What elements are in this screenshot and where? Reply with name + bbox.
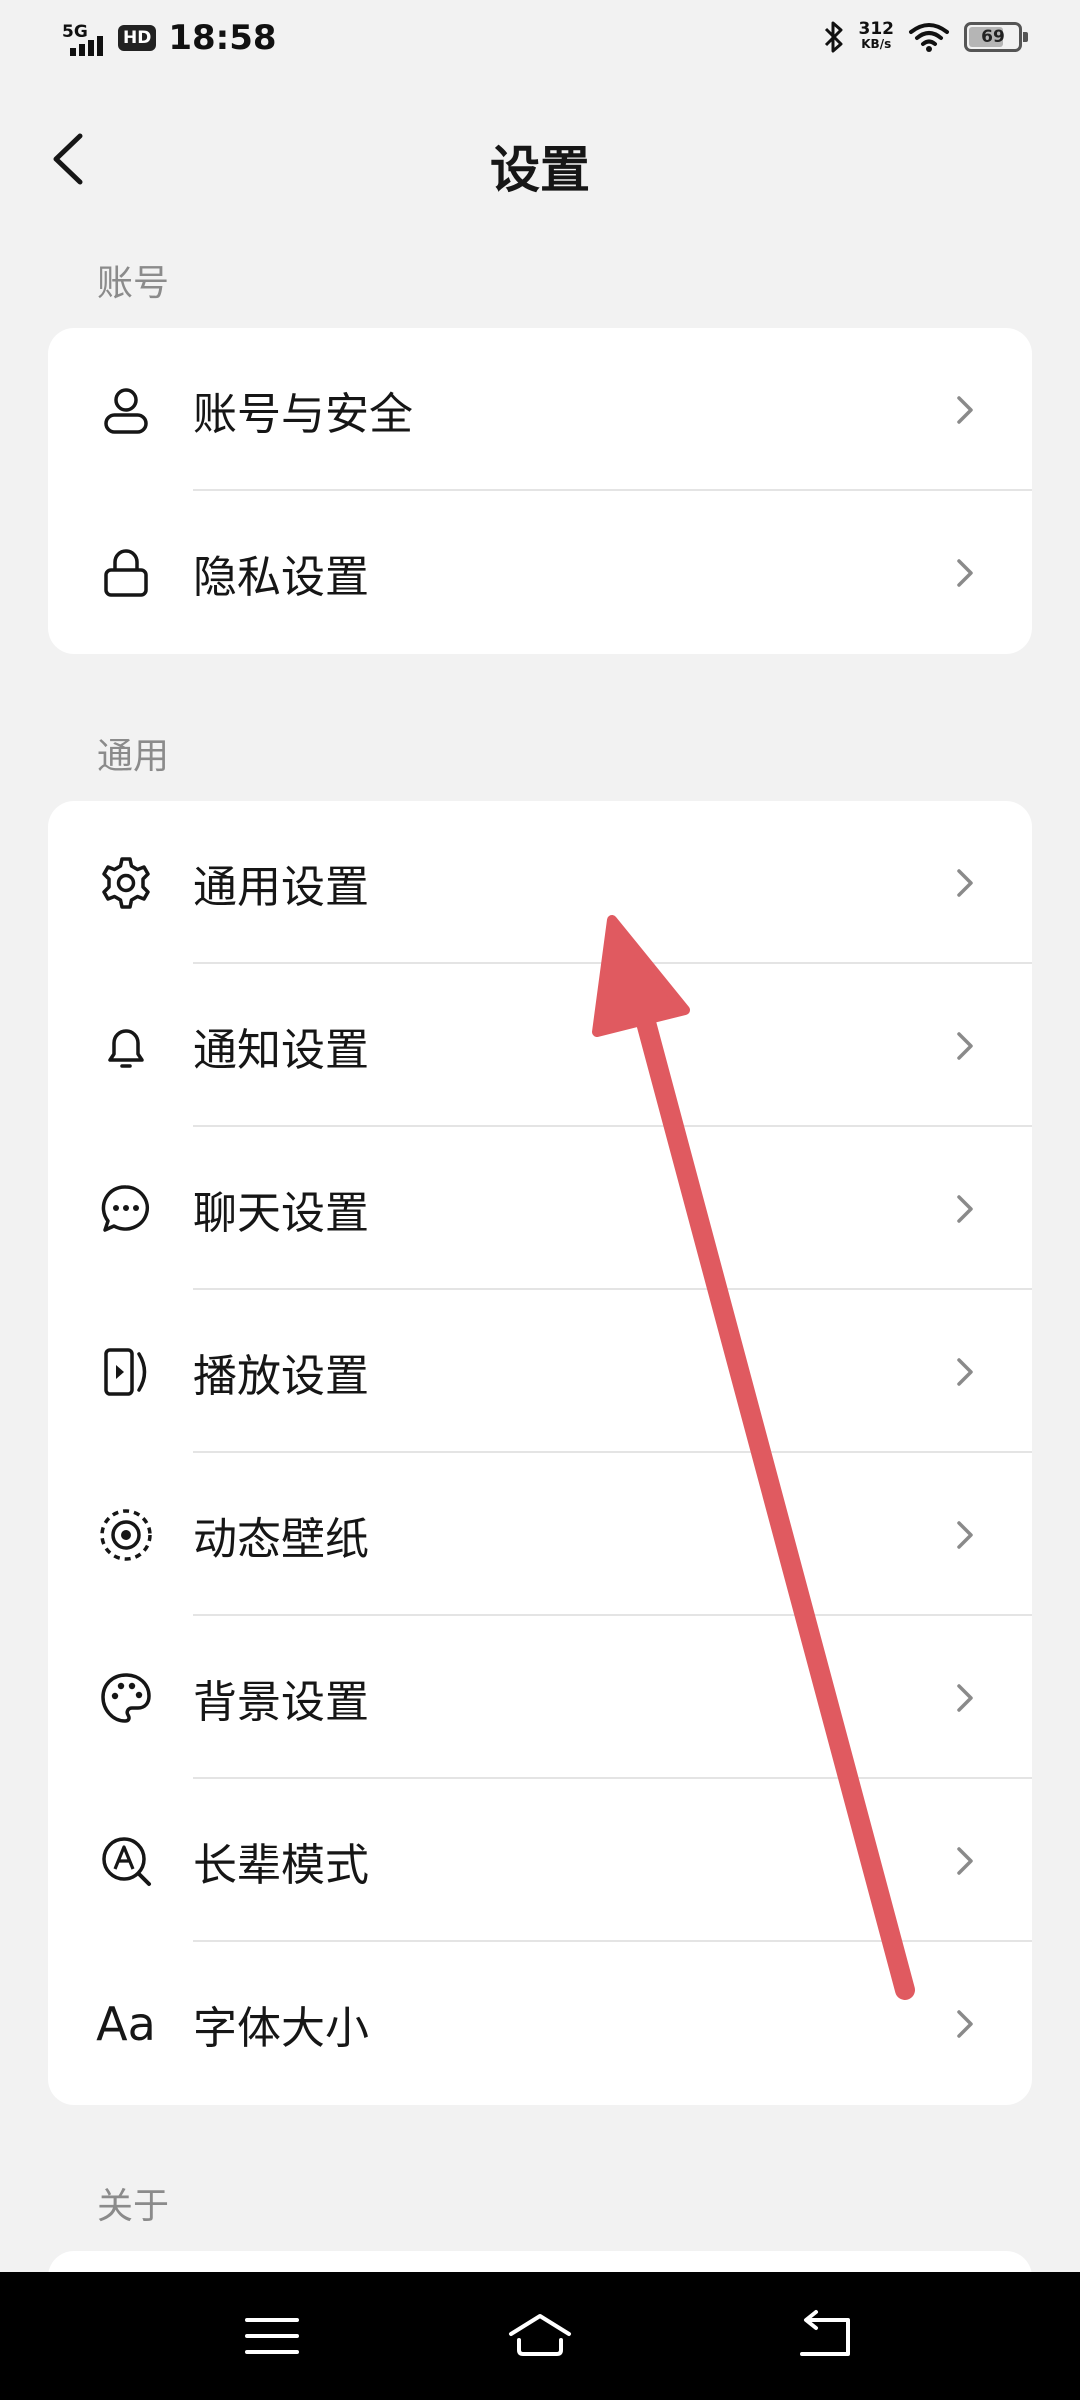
settings-screen: 5G HD 18:58 312 KB/s 69 设置 账号 账号与安全 隐私设置… xyxy=(0,0,1080,2400)
settings-item-elder-mode[interactable]: 长辈模式 xyxy=(48,1779,1032,1942)
general-card: 通用设置 通知设置 聊天设置 播放设置 动态壁纸 背景设置 长辈模式 Aa 字体… xyxy=(48,801,1032,2105)
settings-item-notification[interactable]: 通知设置 xyxy=(48,964,1032,1127)
bell-icon xyxy=(98,1018,154,1074)
settings-item-chat[interactable]: 聊天设置 xyxy=(48,1127,1032,1290)
settings-item-label: 长辈模式 xyxy=(193,1839,369,1891)
settings-item-privacy[interactable]: 隐私设置 xyxy=(48,491,1032,654)
settings-item-background[interactable]: 背景设置 xyxy=(48,1616,1032,1779)
network-speed: 312 KB/s xyxy=(858,19,895,52)
settings-item-label: 字体大小 xyxy=(193,2002,369,2054)
elder-mode-icon xyxy=(98,1833,154,1889)
lock-icon xyxy=(98,545,154,601)
chevron-right-icon xyxy=(957,395,973,424)
gear-icon xyxy=(98,855,154,911)
status-bar: 5G HD 18:58 312 KB/s 69 xyxy=(0,0,1080,80)
settings-item-label: 隐私设置 xyxy=(193,551,369,603)
system-navigation-bar xyxy=(0,2272,1080,2400)
chevron-right-icon xyxy=(957,1357,973,1386)
bluetooth-icon xyxy=(824,21,842,53)
account-card: 账号与安全 隐私设置 xyxy=(48,328,1032,654)
chevron-right-icon xyxy=(957,558,973,587)
settings-item-playback[interactable]: 播放设置 xyxy=(48,1290,1032,1453)
section-label-about: 关于 xyxy=(97,2186,170,2227)
settings-item-label: 背景设置 xyxy=(193,1676,369,1728)
header: 设置 xyxy=(0,110,1080,210)
chevron-right-icon xyxy=(957,1846,973,1875)
cellular-signal-icon: 5G xyxy=(62,18,110,58)
wifi-icon xyxy=(909,23,949,52)
home-icon[interactable] xyxy=(505,2306,575,2366)
settings-item-label: 聊天设置 xyxy=(193,1187,369,1239)
settings-item-label: 播放设置 xyxy=(193,1350,369,1402)
live-wallpaper-icon xyxy=(98,1507,154,1563)
chevron-right-icon xyxy=(957,1520,973,1549)
menu-icon[interactable] xyxy=(237,2306,307,2366)
settings-item-live-wallpaper[interactable]: 动态壁纸 xyxy=(48,1453,1032,1616)
settings-item-font-size[interactable]: Aa 字体大小 xyxy=(48,1942,1032,2105)
chevron-right-icon xyxy=(957,1683,973,1712)
settings-item-general[interactable]: 通用设置 xyxy=(48,801,1032,964)
chevron-right-icon xyxy=(957,1031,973,1060)
page-title: 设置 xyxy=(490,141,590,199)
font-size-icon: Aa xyxy=(96,1996,156,2051)
settings-item-label: 通知设置 xyxy=(193,1024,369,1076)
back-icon[interactable] xyxy=(790,2306,860,2366)
settings-item-account-security[interactable]: 账号与安全 xyxy=(48,328,1032,491)
clock: 18:58 xyxy=(168,18,277,58)
chevron-right-icon xyxy=(957,2009,973,2038)
battery-icon: 69 xyxy=(964,22,1028,52)
settings-item-label: 账号与安全 xyxy=(193,388,413,440)
palette-icon xyxy=(98,1670,154,1726)
section-label-account: 账号 xyxy=(97,263,170,304)
user-icon xyxy=(98,382,154,438)
chevron-right-icon xyxy=(957,868,973,897)
hd-badge: HD xyxy=(118,25,157,51)
settings-item-label: 动态壁纸 xyxy=(193,1513,369,1565)
section-label-general: 通用 xyxy=(97,736,170,777)
settings-item-label: 通用设置 xyxy=(193,861,369,913)
chat-bubble-icon xyxy=(98,1181,154,1237)
chevron-right-icon xyxy=(957,1194,973,1223)
play-icon xyxy=(98,1344,154,1400)
